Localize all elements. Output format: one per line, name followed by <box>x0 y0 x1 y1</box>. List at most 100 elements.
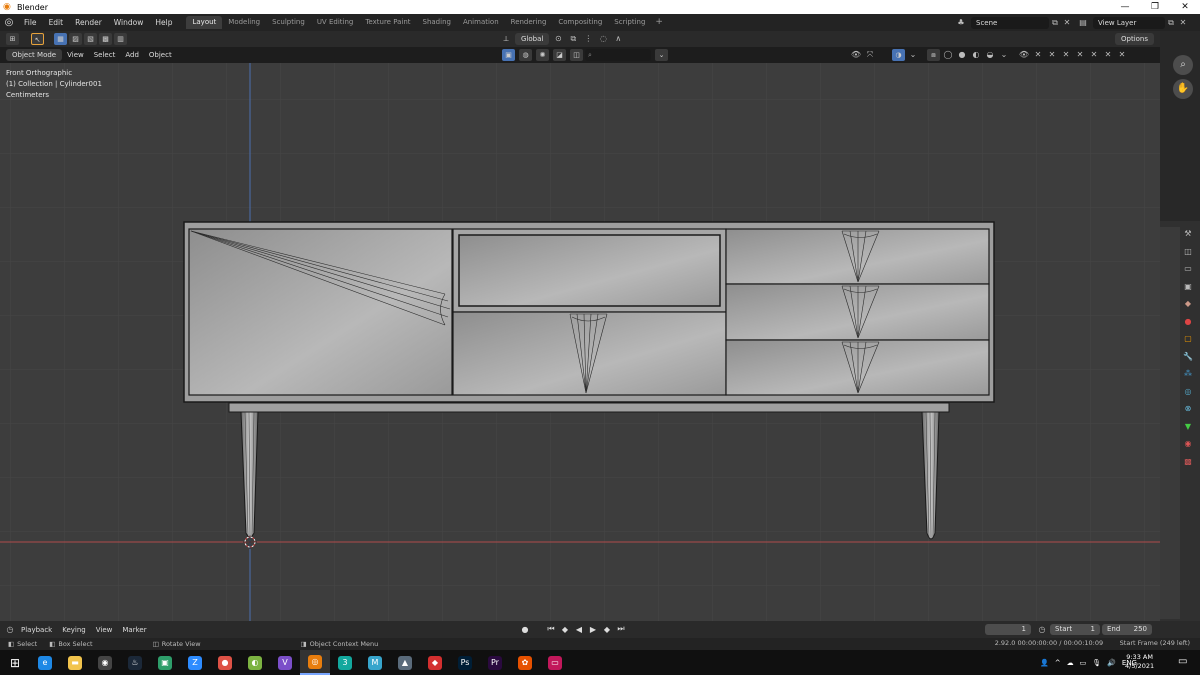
pan-view-icon[interactable]: ✋ <box>1173 79 1193 99</box>
preview-range-icon[interactable]: ◷ <box>1036 624 1048 636</box>
tray-cloud-icon[interactable]: ☁ <box>1067 659 1074 667</box>
overlay-toggle-icon[interactable]: ◑ <box>892 49 905 61</box>
taskbar-app-3ds-max[interactable]: 3 <box>330 650 360 675</box>
menu-file[interactable]: File <box>18 18 43 27</box>
start-frame-field[interactable]: Start 1 <box>1050 624 1100 635</box>
taskbar-app-file-explorer[interactable]: ▬ <box>60 650 90 675</box>
jump-start-icon[interactable]: ⏮ <box>546 624 556 634</box>
tray-volume-icon[interactable]: 🔊 <box>1107 659 1116 667</box>
taskbar-app-app-green[interactable]: ▣ <box>150 650 180 675</box>
record-icon[interactable]: ● <box>520 625 530 634</box>
next-keyframe-icon[interactable]: ◆ <box>602 625 612 634</box>
taskbar-app-zoom[interactable]: Z <box>180 650 210 675</box>
viewport-menu-select[interactable]: Select <box>89 51 121 59</box>
timeline-menu-view[interactable]: View <box>91 626 118 634</box>
shading-rendered-icon[interactable]: ◒ <box>984 49 996 61</box>
play-icon[interactable]: ▶ <box>588 625 598 634</box>
select-mode-invert-icon[interactable]: ▩ <box>99 33 112 45</box>
tray-chevron-icon[interactable]: ^ <box>1055 659 1061 667</box>
viewport-menu-add[interactable]: Add <box>120 51 144 59</box>
notifications-icon[interactable]: ▭ <box>1178 656 1187 667</box>
shading-dropdown-icon[interactable]: ⌄ <box>998 49 1010 61</box>
3d-viewport[interactable]: Front Orthographic (1) Collection | Cyli… <box>0 63 1160 621</box>
taskbar-app-blender[interactable]: ◎ <box>300 650 330 675</box>
view-layer-copy-icon[interactable]: ⧉ <box>1165 17 1177 29</box>
shading-solid-icon[interactable]: ● <box>956 49 968 61</box>
select-mode-subtract-icon[interactable]: ▧ <box>84 33 97 45</box>
taskbar-clock[interactable]: 9:33 AM 4/5/2021 <box>1125 653 1154 671</box>
taskbar-app-steam[interactable]: ♨ <box>120 650 150 675</box>
select-mode-new-icon[interactable]: ▦ <box>54 33 67 45</box>
outliner-filter-eye-icon[interactable]: 👁 <box>1018 49 1030 61</box>
filter-mesh-icon[interactable]: ▣ <box>502 49 515 61</box>
viewport-menu-object[interactable]: Object <box>144 51 177 59</box>
menu-edit[interactable]: Edit <box>43 18 70 27</box>
particles-properties-icon[interactable]: ⁂ <box>1181 367 1195 381</box>
world-properties-icon[interactable]: ● <box>1181 315 1195 329</box>
xray-toggle-icon[interactable]: ⧈ <box>927 49 940 61</box>
taskbar-app-edge[interactable]: e <box>30 650 60 675</box>
view-object-types-icon[interactable]: 👁 <box>850 49 862 61</box>
scene-icon[interactable]: ♣ <box>955 17 967 29</box>
outliner-filter-icon-1[interactable]: ✕ <box>1032 49 1044 61</box>
object-mode-dropdown[interactable]: Object Mode <box>6 49 63 61</box>
snap-target-icon[interactable]: ⋮ <box>582 33 594 45</box>
render-properties-icon[interactable]: ◫ <box>1181 245 1195 259</box>
viewport-search-input[interactable]: ⌕ <box>585 49 651 61</box>
outliner-filter-icon-4[interactable]: ✕ <box>1074 49 1086 61</box>
tab-uv-editing[interactable]: UV Editing <box>311 16 360 29</box>
filter-dropdown-icon[interactable]: ⌄ <box>655 49 668 61</box>
falloff-icon[interactable]: ∧ <box>612 33 624 45</box>
options-dropdown[interactable]: Options <box>1115 33 1155 45</box>
tab-texture-paint[interactable]: Texture Paint <box>359 16 416 29</box>
material-properties-icon[interactable]: ◉ <box>1181 437 1195 451</box>
viewport-canvas[interactable] <box>0 63 1160 621</box>
timeline-menu-keying[interactable]: Keying <box>57 626 91 634</box>
shading-material-icon[interactable]: ◐ <box>970 49 982 61</box>
timeline-menu-playback[interactable]: Playback <box>16 626 57 634</box>
minimize-button[interactable]: — <box>1110 2 1140 12</box>
timeline-editor-icon[interactable]: ◷ <box>4 624 16 636</box>
tab-shading[interactable]: Shading <box>417 16 457 29</box>
texture-properties-icon[interactable]: ▩ <box>1181 455 1195 469</box>
taskbar-app-premiere[interactable]: Pr <box>480 650 510 675</box>
tab-scripting[interactable]: Scripting <box>608 16 651 29</box>
pivot-icon[interactable]: ⊙ <box>552 33 564 45</box>
constraints-properties-icon[interactable]: ⊗ <box>1181 402 1195 416</box>
view-layer-close-icon[interactable]: ✕ <box>1177 17 1189 29</box>
modifier-properties-icon[interactable]: 🔧 <box>1181 350 1195 364</box>
outliner-filter-icon-5[interactable]: ✕ <box>1088 49 1100 61</box>
taskbar-app-obs[interactable]: ◉ <box>90 650 120 675</box>
view-layer-properties-icon[interactable]: ▣ <box>1181 280 1195 294</box>
scene-close-icon[interactable]: ✕ <box>1061 17 1073 29</box>
physics-properties-icon[interactable]: ◎ <box>1181 385 1195 399</box>
view-layer-icon[interactable]: ▤ <box>1077 17 1089 29</box>
windows-start-icon[interactable]: ⊞ <box>0 656 30 670</box>
tab-layout[interactable]: Layout <box>186 16 223 29</box>
data-properties-icon[interactable]: ▼ <box>1181 420 1195 434</box>
scene-properties-icon[interactable]: ◆ <box>1181 297 1195 311</box>
output-properties-icon[interactable]: ▭ <box>1181 262 1195 276</box>
snap-icon[interactable]: ⧉ <box>567 33 579 45</box>
taskbar-app-visual-studio[interactable]: V <box>270 650 300 675</box>
viewport-menu-view[interactable]: View <box>62 51 89 59</box>
taskbar-app-app-red[interactable]: ◆ <box>420 650 450 675</box>
tab-compositing[interactable]: Compositing <box>552 16 608 29</box>
jump-end-icon[interactable]: ⏭ <box>616 624 626 634</box>
current-frame-field[interactable]: 1 <box>985 624 1031 635</box>
filter-camera-icon[interactable]: ◪ <box>553 49 566 61</box>
play-reverse-icon[interactable]: ◀ <box>574 625 584 634</box>
object-properties-icon[interactable]: ▢ <box>1181 332 1195 346</box>
tool-properties-icon[interactable]: ⚒ <box>1181 227 1195 241</box>
zoom-view-icon[interactable]: ⌕ <box>1173 55 1193 75</box>
tab-animation[interactable]: Animation <box>457 16 505 29</box>
maximize-button[interactable]: ❐ <box>1140 2 1170 12</box>
tray-people-icon[interactable]: 👤 <box>1040 659 1049 667</box>
tray-network-icon[interactable]: ▭ <box>1080 659 1087 667</box>
taskbar-app-maya[interactable]: M <box>360 650 390 675</box>
tray-mic-icon[interactable]: 🎙 <box>1092 659 1101 667</box>
select-mode-extend-icon[interactable]: ▨ <box>69 33 82 45</box>
properties-panel[interactable] <box>1160 227 1180 619</box>
outliner-filter-icon-6[interactable]: ✕ <box>1102 49 1114 61</box>
scene-name-field[interactable]: Scene <box>971 16 1049 29</box>
